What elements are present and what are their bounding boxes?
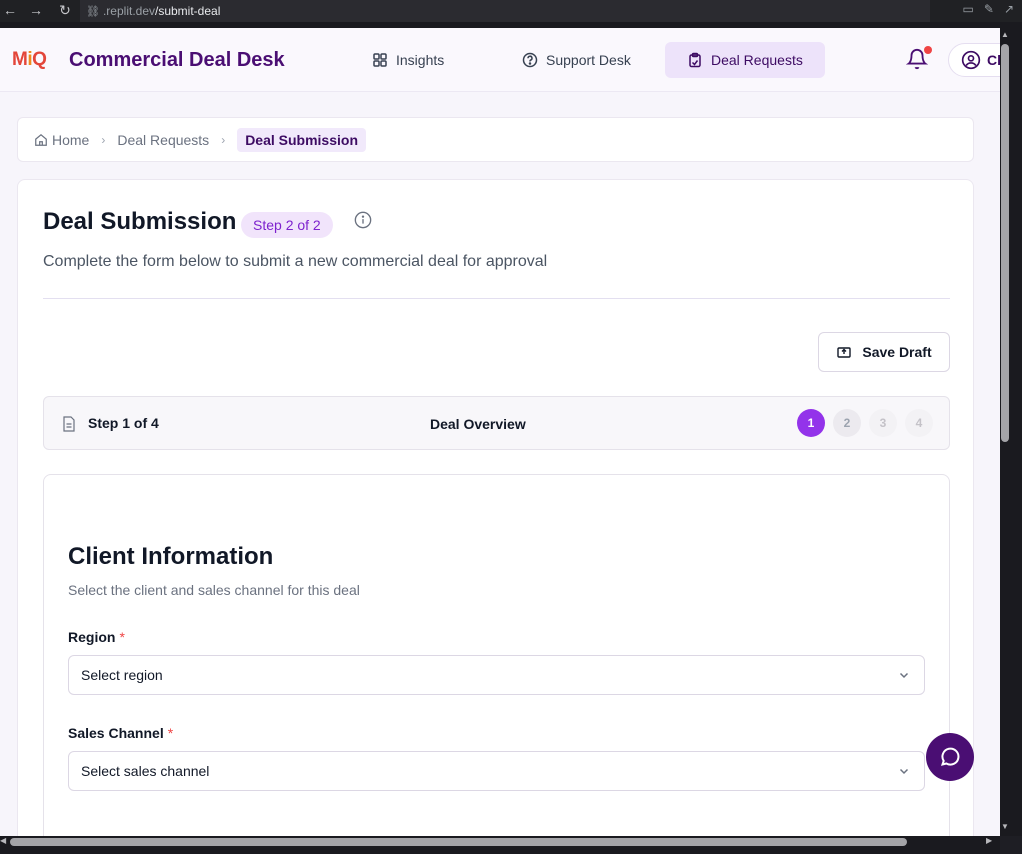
- vertical-scrollbar[interactable]: ▲ ▼: [1000, 28, 1022, 836]
- clipboard-icon: [689, 52, 701, 68]
- nav-support-desk-label: Support Desk: [546, 52, 631, 68]
- scroll-left-icon[interactable]: ◀: [0, 836, 6, 845]
- step-progress-bar: Step 1 of 4 Deal Overview 1 2 3 4: [43, 396, 950, 450]
- sales-channel-label: Sales Channel *: [68, 725, 174, 741]
- breadcrumb: Home › Deal Requests › Deal Submission: [17, 117, 974, 162]
- notification-dot: [924, 46, 932, 54]
- user-circle-icon: [961, 50, 981, 70]
- url-domain: .replit.dev: [102, 4, 155, 18]
- chevron-right-icon: ›: [101, 132, 106, 147]
- breadcrumb-home-label: Home: [52, 131, 90, 148]
- save-draft-label: Save Draft: [862, 344, 932, 360]
- url-path: /submit-deal: [155, 4, 221, 18]
- save-icon: [837, 347, 852, 358]
- browser-toolbar: ← → ↻ ⛓ .replit.dev/submit-deal ▭ ✎ ↗: [0, 0, 1022, 22]
- sales-channel-placeholder: Select sales channel: [81, 763, 210, 779]
- section-subtitle: Select the client and sales channel for …: [68, 582, 360, 598]
- chevron-right-icon: ›: [221, 132, 226, 147]
- scroll-down-icon[interactable]: ▼: [1001, 822, 1009, 831]
- client-information-form: Client Information Select the client and…: [43, 474, 950, 836]
- chat-button[interactable]: [926, 733, 974, 781]
- chevron-down-icon: [899, 768, 909, 775]
- step-indicators: 1 2 3 4: [797, 409, 933, 437]
- help-circle-icon: [522, 52, 538, 68]
- horizontal-scroll-thumb[interactable]: [10, 838, 907, 846]
- sales-channel-select[interactable]: Select sales channel: [68, 751, 925, 791]
- app-header: MiQ Commercial Deal Desk Insights Suppor…: [0, 28, 1000, 92]
- user-initials: Cl: [987, 52, 1000, 68]
- page-title: Deal Submission: [43, 208, 237, 235]
- step-badge: Step 2 of 2: [241, 212, 333, 238]
- required-marker: *: [119, 629, 125, 645]
- step-indicator-3[interactable]: 3: [869, 409, 897, 437]
- link-icon: ⛓: [86, 5, 100, 18]
- step-indicator-4[interactable]: 4: [905, 409, 933, 437]
- back-icon[interactable]: ←: [0, 2, 20, 18]
- nav-deal-requests-label: Deal Requests: [711, 52, 803, 68]
- save-draft-button[interactable]: Save Draft: [818, 332, 950, 372]
- reload-icon[interactable]: ↻: [55, 2, 75, 19]
- forward-icon[interactable]: →: [26, 2, 46, 18]
- breadcrumb-current: Deal Submission: [237, 127, 366, 152]
- step-name: Deal Overview: [430, 416, 526, 432]
- wrench-icon[interactable]: ✎: [984, 2, 994, 16]
- address-bar[interactable]: ⛓ .replit.dev/submit-deal: [80, 0, 930, 22]
- required-marker: *: [167, 725, 174, 741]
- app-title: Commercial Deal Desk: [69, 49, 285, 71]
- document-icon: [63, 416, 75, 432]
- scroll-right-icon[interactable]: ▶: [986, 836, 992, 845]
- region-select[interactable]: Select region: [68, 655, 925, 695]
- scroll-up-icon[interactable]: ▲: [1001, 30, 1009, 39]
- grid-icon: [373, 53, 387, 67]
- nav-support-desk[interactable]: Support Desk: [510, 42, 643, 78]
- region-placeholder: Select region: [81, 667, 163, 683]
- miq-logo[interactable]: MiQ: [12, 49, 47, 71]
- breadcrumb-deal-requests[interactable]: Deal Requests: [117, 132, 209, 148]
- nav-deal-requests[interactable]: Deal Requests: [665, 42, 825, 78]
- page-subtitle: Complete the form below to submit a new …: [43, 253, 548, 270]
- info-icon[interactable]: [354, 211, 372, 229]
- horizontal-scrollbar[interactable]: ◀ ▶: [0, 836, 1000, 854]
- deal-submission-card: Deal Submission Step 2 of 2 Complete the…: [17, 179, 974, 836]
- chevron-down-icon: [899, 672, 909, 679]
- nav-insights[interactable]: Insights: [360, 42, 456, 78]
- page-viewport: MiQ Commercial Deal Desk Insights Suppor…: [0, 28, 1000, 836]
- step-counter: Step 1 of 4: [88, 415, 159, 431]
- step-indicator-1[interactable]: 1: [797, 409, 825, 437]
- home-icon: [35, 133, 47, 146]
- nav-insights-label: Insights: [396, 52, 445, 68]
- breadcrumb-home[interactable]: Home: [34, 132, 89, 148]
- external-link-icon[interactable]: ↗: [1004, 2, 1014, 16]
- step-indicator-2[interactable]: 2: [833, 409, 861, 437]
- devices-icon[interactable]: ▭: [963, 2, 974, 16]
- user-menu-button[interactable]: Cl: [948, 43, 1000, 77]
- vertical-scroll-thumb[interactable]: [1001, 44, 1009, 442]
- section-title: Client Information: [68, 543, 274, 570]
- region-label: Region *: [68, 629, 125, 645]
- chat-bubble-icon: [940, 747, 960, 766]
- divider: [43, 298, 950, 299]
